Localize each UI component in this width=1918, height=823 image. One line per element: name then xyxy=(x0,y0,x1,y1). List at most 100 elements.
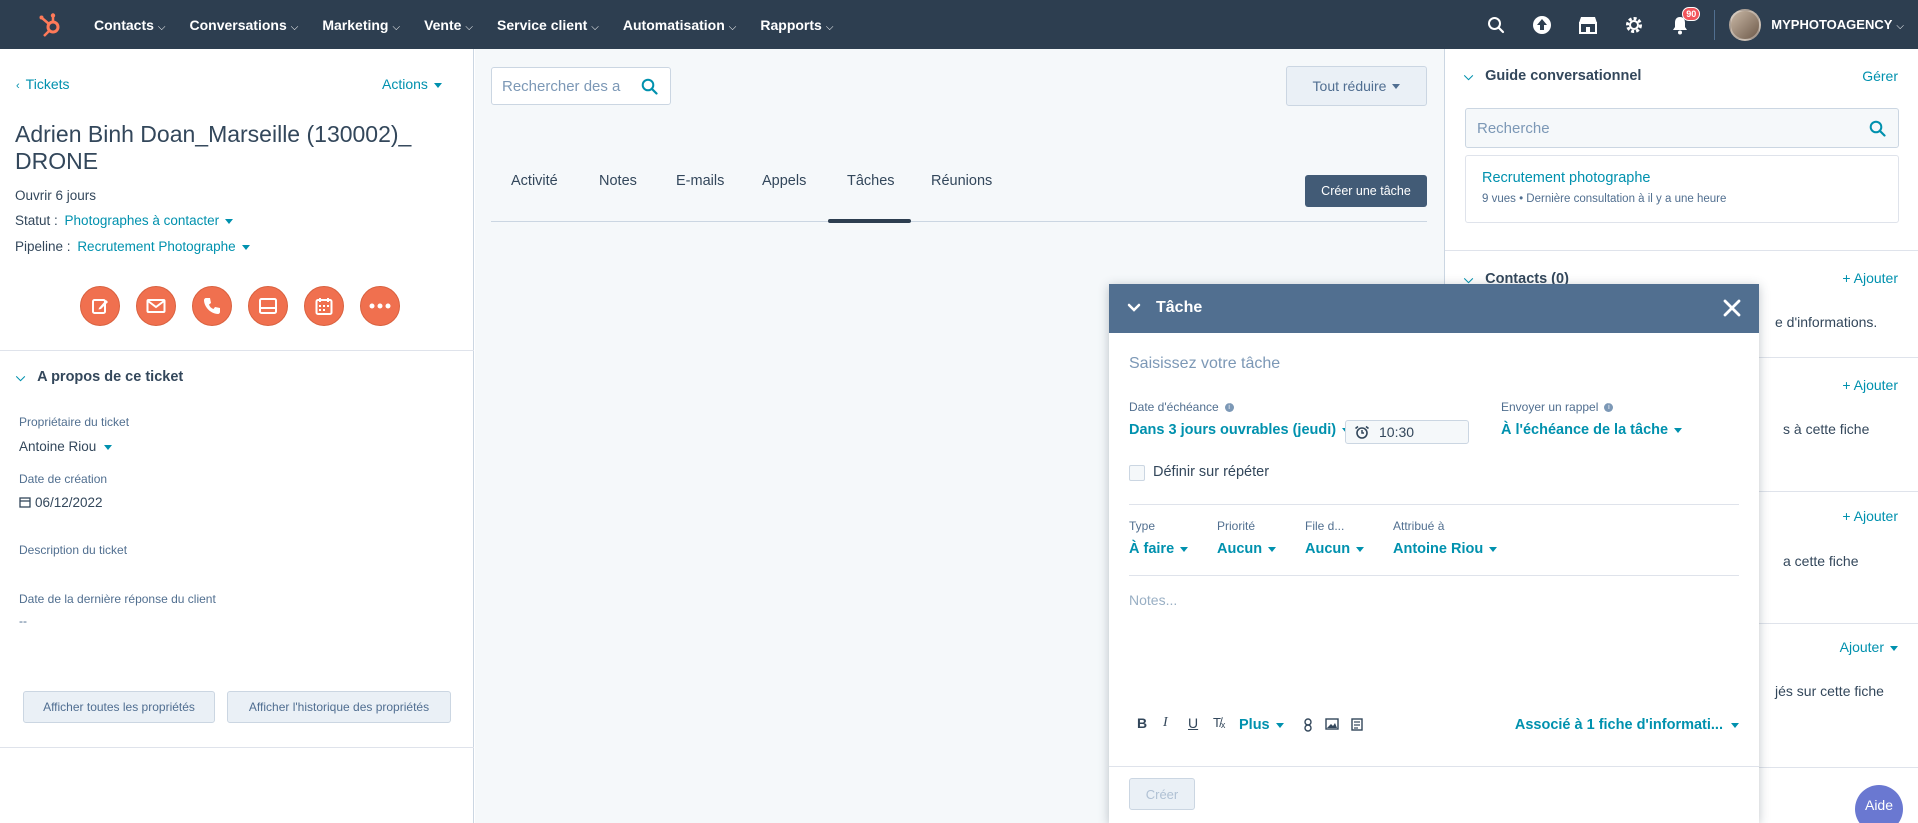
notifications-bell-icon[interactable]: 90 xyxy=(1668,6,1701,37)
search-placeholder: Rechercher des a xyxy=(502,77,621,95)
created-date-field[interactable]: 06/12/2022 xyxy=(19,495,103,510)
info-icon[interactable]: i xyxy=(1604,403,1614,413)
guide-card-subtitle: 9 vues • Dernière consultation à il y a … xyxy=(1482,193,1727,205)
meeting-button[interactable] xyxy=(304,286,344,326)
back-to-tickets-link[interactable]: ‹ Tickets xyxy=(16,76,70,92)
created-value: 06/12/2022 xyxy=(35,495,103,510)
settings-gear-icon[interactable] xyxy=(1622,13,1646,37)
task-title-input[interactable]: Saisissez votre tâche xyxy=(1129,355,1280,373)
image-icon[interactable] xyxy=(1325,718,1339,730)
caret-down-icon xyxy=(241,244,250,250)
add-deal-link[interactable]: + Ajouter xyxy=(1842,508,1898,524)
contacts-empty-text: e d'informations. xyxy=(1775,314,1878,330)
add-attachment-dropdown[interactable]: Ajouter xyxy=(1840,639,1898,655)
alarm-clock-icon xyxy=(1355,425,1369,439)
guide-search-input[interactable]: Recherche xyxy=(1465,108,1899,148)
email-button[interactable] xyxy=(136,286,176,326)
assigned-value: Antoine Riou xyxy=(1393,541,1484,557)
caret-down-icon xyxy=(1356,546,1365,552)
more-actions-button[interactable] xyxy=(360,286,400,326)
avatar[interactable] xyxy=(1729,8,1762,41)
nav-marketing[interactable]: Marketing ⌵ xyxy=(322,17,400,33)
tab-reunions[interactable]: Réunions xyxy=(931,173,992,189)
actions-dropdown[interactable]: Actions xyxy=(382,76,442,92)
more-formatting-dropdown[interactable]: Plus xyxy=(1239,717,1284,733)
collapse-all-button[interactable]: Tout réduire xyxy=(1286,66,1427,106)
add-company-link[interactable]: + Ajouter xyxy=(1842,377,1898,393)
link-icon[interactable] xyxy=(1303,718,1313,732)
note-button[interactable] xyxy=(80,286,120,326)
queue-dropdown[interactable]: Aucun xyxy=(1305,541,1365,557)
nav-conversations[interactable]: Conversations ⌵ xyxy=(190,17,299,33)
priority-label: Priorité xyxy=(1217,519,1256,533)
show-history-button[interactable]: Afficher l'historique des propriétés xyxy=(227,691,451,723)
guide-card-title[interactable]: Recrutement photographe xyxy=(1482,170,1882,186)
sms-button[interactable] xyxy=(248,286,288,326)
create-task-button[interactable]: Créer une tâche xyxy=(1305,175,1427,207)
nav-label: Automatisation xyxy=(622,16,725,33)
search-icon[interactable] xyxy=(1484,13,1508,37)
upgrade-icon[interactable] xyxy=(1530,13,1554,37)
tab-appels[interactable]: Appels xyxy=(762,173,806,189)
add-contact-link[interactable]: + Ajouter xyxy=(1842,270,1898,286)
snippet-icon[interactable] xyxy=(1351,718,1363,731)
section-title: A propos de ce ticket xyxy=(37,369,184,385)
type-dropdown[interactable]: À faire xyxy=(1129,541,1189,557)
pipeline-dropdown[interactable]: Recrutement Photographe xyxy=(77,239,250,254)
nav-automatisation[interactable]: Automatisation ⌵ xyxy=(623,17,736,33)
caret-down-icon xyxy=(104,444,113,450)
call-button[interactable] xyxy=(192,286,232,326)
assigned-dropdown[interactable]: Antoine Riou xyxy=(1393,541,1498,557)
due-time-input[interactable]: 10:30 xyxy=(1345,420,1469,444)
priority-dropdown[interactable]: Aucun xyxy=(1217,541,1277,557)
divider xyxy=(0,747,474,748)
description-label: Description du ticket xyxy=(19,543,128,557)
nav-service-client[interactable]: Service client ⌵ xyxy=(497,17,599,33)
notes-editor[interactable]: Notes... xyxy=(1129,592,1177,608)
manage-link[interactable]: Gérer xyxy=(1862,68,1898,84)
tab-notes[interactable]: Notes xyxy=(599,173,637,189)
time-value: 10:30 xyxy=(1379,424,1415,440)
tab-activite[interactable]: Activité xyxy=(511,173,558,189)
repeat-label[interactable]: Définir sur répéter xyxy=(1153,464,1269,480)
type-label: Type xyxy=(1129,519,1156,533)
account-menu[interactable]: MYPHOTOAGENCY ⌵ xyxy=(1771,17,1904,32)
bold-icon[interactable]: B xyxy=(1137,715,1147,731)
phone-icon xyxy=(204,298,220,314)
close-icon[interactable] xyxy=(1723,299,1741,317)
italic-icon[interactable]: I xyxy=(1163,715,1168,731)
nav-contacts[interactable]: Contacts ⌵ xyxy=(94,17,166,33)
guide-card[interactable]: Recrutement photographe 9 vues • Dernièr… xyxy=(1465,155,1899,223)
nav-vente[interactable]: Vente ⌵ xyxy=(424,17,473,33)
create-button[interactable]: Créer xyxy=(1129,778,1195,810)
tabs-divider xyxy=(491,221,1427,222)
about-section-toggle[interactable]: ⌵ A propos de ce ticket xyxy=(16,369,183,385)
created-label: Date de création xyxy=(19,472,108,486)
owner-dropdown[interactable]: Antoine Riou xyxy=(19,439,113,454)
caret-down-icon xyxy=(1674,427,1683,433)
underline-icon[interactable]: U xyxy=(1188,715,1198,731)
repeat-checkbox[interactable] xyxy=(1129,465,1145,481)
guide-section-toggle[interactable]: ⌵ Guide conversationnel xyxy=(1464,68,1641,84)
tab-emails[interactable]: E-mails xyxy=(676,173,724,189)
associations-dropdown[interactable]: Associé à 1 fiche d'informati... xyxy=(1515,717,1739,733)
status-dropdown[interactable]: Photographes à contacter xyxy=(65,213,234,228)
clear-format-icon[interactable]: T̸ₓ xyxy=(1213,715,1225,730)
more-label: Plus xyxy=(1239,717,1270,733)
hubspot-logo-icon[interactable] xyxy=(36,10,66,40)
collapse-chevron-icon[interactable] xyxy=(1127,301,1141,315)
activity-search-input[interactable]: Rechercher des a xyxy=(491,67,671,105)
caret-down-icon xyxy=(1275,722,1284,728)
ticket-title[interactable]: Adrien Binh Doan_Marseille (130002)_ DRO… xyxy=(15,121,435,175)
show-all-properties-button[interactable]: Afficher toutes les propriétés xyxy=(23,691,215,723)
last-reply-value: -- xyxy=(19,614,27,628)
reminder-dropdown[interactable]: À l'échéance de la tâche xyxy=(1501,422,1683,438)
due-date-dropdown[interactable]: Dans 3 jours ouvrables (jeudi) xyxy=(1129,422,1351,438)
tab-taches[interactable]: Tâches xyxy=(847,173,895,189)
nav-rapports[interactable]: Rapports ⌵ xyxy=(760,17,833,33)
marketplace-icon[interactable] xyxy=(1576,13,1600,37)
info-icon[interactable]: i xyxy=(1224,403,1234,413)
attachments-empty-text: jés sur cette fiche xyxy=(1775,683,1884,699)
caret-down-icon xyxy=(1268,546,1277,552)
chevron-down-icon: ⌵ xyxy=(16,370,26,384)
